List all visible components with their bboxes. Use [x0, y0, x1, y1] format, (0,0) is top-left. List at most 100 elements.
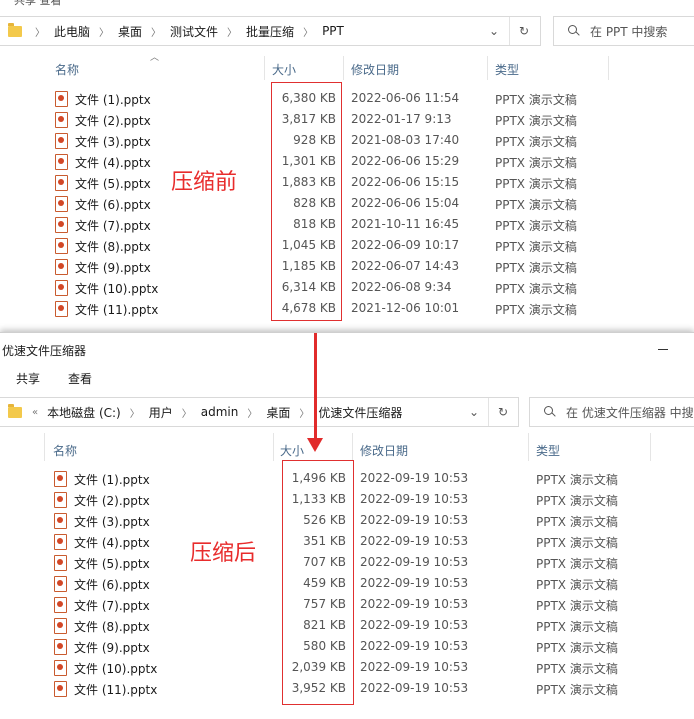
file-name: 文件 (8).pptx — [75, 240, 151, 254]
column-header-size[interactable]: 大小 — [280, 442, 304, 459]
file-type: PPTX 演示文稿 — [495, 177, 577, 191]
file-date: 2022-06-06 11:54 — [351, 91, 460, 105]
file-date: 2021-10-11 16:45 — [351, 217, 460, 231]
column-header-date[interactable]: 修改日期 — [351, 61, 399, 78]
column-divider[interactable] — [343, 56, 344, 80]
pptx-file-icon — [55, 217, 68, 233]
column-header-type[interactable]: 类型 — [495, 61, 519, 78]
minimize-icon[interactable] — [658, 349, 668, 350]
file-date: 2022-06-07 14:43 — [351, 259, 460, 273]
pptx-file-icon — [54, 681, 67, 697]
file-name: 文件 (11).pptx — [75, 303, 159, 317]
chevron-right-icon[interactable]: 〉 — [303, 24, 313, 39]
address-bar[interactable]: 〉 此电脑 〉 桌面 〉 测试文件 〉 批量压缩 〉 PPT ⌄ ↻ — [0, 16, 541, 46]
chevron-right-icon[interactable]: 〉 — [247, 405, 257, 420]
table-row[interactable]: 文件 (9).pptx 1,185 KB 2022-06-07 14:43 PPTX … — [0, 256, 694, 277]
chevron-down-icon[interactable]: ⌄ — [480, 17, 508, 45]
pptx-file-icon — [54, 618, 67, 634]
file-type: PPTX 演示文稿 — [536, 557, 618, 571]
table-row[interactable]: 文件 (6).pptx 828 KB 2022-06-06 15:04 PPTX 演示… — [0, 193, 694, 214]
chevron-right-icon[interactable]: 〉 — [130, 405, 140, 420]
file-date: 2022-06-09 10:17 — [351, 238, 460, 252]
file-date: 2021-08-03 17:40 — [351, 133, 460, 147]
column-divider[interactable] — [608, 56, 609, 80]
chevron-right-icon[interactable]: 〉 — [99, 24, 109, 39]
pptx-file-icon — [55, 238, 68, 254]
table-row[interactable]: 文件 (5).pptx 1,883 KB 2022-06-06 15:15 PPTX … — [0, 172, 694, 193]
chevron-right-icon[interactable]: 〉 — [182, 405, 192, 420]
file-date: 2022-01-17 9:13 — [351, 112, 452, 126]
breadcrumb-item[interactable]: 用户 — [149, 404, 173, 421]
address-bar[interactable]: « 本地磁盘 (C:) 〉 用户 〉 admin 〉 桌面 〉 优速文件压缩器 … — [0, 397, 519, 427]
table-row[interactable]: 文件 (7).pptx 818 KB 2021-10-11 16:45 PPTX 演示… — [0, 214, 694, 235]
breadcrumb-overflow[interactable]: « — [32, 407, 38, 418]
file-type: PPTX 演示文稿 — [536, 620, 618, 634]
before-label: 压缩前 — [171, 170, 238, 195]
file-name: 文件 (6).pptx — [74, 578, 150, 592]
chevron-right-icon[interactable]: 〉 — [227, 24, 237, 39]
breadcrumb-item[interactable]: 本地磁盘 (C:) — [47, 404, 121, 421]
pptx-file-icon — [54, 471, 67, 487]
column-header-size[interactable]: 大小 — [272, 61, 296, 78]
column-header-name[interactable]: 名称 — [55, 61, 79, 78]
ribbon-clipped: 共享 查看 — [14, 0, 62, 7]
chevron-right-icon[interactable]: 〉 — [151, 24, 161, 39]
breadcrumb-item[interactable]: 优速文件压缩器 — [318, 404, 402, 421]
file-date: 2022-06-06 15:29 — [351, 154, 460, 168]
column-divider[interactable] — [352, 433, 353, 461]
breadcrumb: « 本地磁盘 (C:) 〉 用户 〉 admin 〉 桌面 〉 优速文件压缩器 — [4, 398, 402, 426]
table-row[interactable]: 文件 (11).pptx 4,678 KB 2021-12-06 10:01 PPTX… — [0, 298, 694, 319]
column-header-name[interactable]: 名称 — [53, 442, 77, 459]
column-header-type[interactable]: 类型 — [536, 442, 560, 459]
search-input[interactable]: 在 PPT 中搜索 — [553, 16, 694, 46]
breadcrumb-item[interactable]: admin — [201, 405, 239, 419]
tab-view[interactable]: 查看 — [68, 370, 92, 387]
table-row[interactable]: 文件 (8).pptx 1,045 KB 2022-06-09 10:17 PPTX … — [0, 235, 694, 256]
file-name: 文件 (3).pptx — [75, 135, 151, 149]
column-header-date[interactable]: 修改日期 — [360, 442, 408, 459]
file-type: PPTX 演示文稿 — [536, 641, 618, 655]
file-type: PPTX 演示文稿 — [536, 536, 618, 550]
file-type: PPTX 演示文稿 — [495, 303, 577, 317]
refresh-icon[interactable]: ↻ — [509, 17, 538, 45]
table-row[interactable]: 文件 (4).pptx 1,301 KB 2022-06-06 15:29 PPTX … — [0, 151, 694, 172]
file-type: PPTX 演示文稿 — [536, 515, 618, 529]
table-row[interactable]: 文件 (1).pptx 6,380 KB 2022-06-06 11:54 PPTX … — [0, 88, 694, 109]
file-name: 文件 (2).pptx — [75, 114, 151, 128]
breadcrumb-item[interactable]: 此电脑 — [54, 23, 90, 40]
file-date: 2022-06-06 15:15 — [351, 175, 460, 189]
file-type: PPTX 演示文稿 — [536, 578, 618, 592]
breadcrumb-item[interactable]: 桌面 — [266, 404, 290, 421]
chevron-down-icon[interactable]: ⌄ — [460, 398, 488, 426]
file-name: 文件 (1).pptx — [74, 473, 150, 487]
highlight-box — [282, 460, 354, 705]
file-type: PPTX 演示文稿 — [536, 599, 618, 613]
breadcrumb-item[interactable]: 桌面 — [118, 23, 142, 40]
table-row[interactable]: 文件 (2).pptx 3,817 KB 2022-01-17 9:13 PPTX 演… — [0, 109, 694, 130]
column-divider[interactable] — [487, 56, 488, 80]
file-type: PPTX 演示文稿 — [495, 261, 577, 275]
file-name: 文件 (5).pptx — [75, 177, 151, 191]
pptx-file-icon — [55, 280, 68, 296]
column-divider[interactable] — [264, 56, 265, 80]
column-divider[interactable] — [528, 433, 529, 461]
table-row[interactable]: 文件 (10).pptx 6,314 KB 2022-06-08 9:34 PPTX … — [0, 277, 694, 298]
file-date: 2021-12-06 10:01 — [351, 301, 460, 315]
breadcrumb-item[interactable]: 测试文件 — [170, 23, 218, 40]
refresh-icon[interactable]: ↻ — [488, 398, 517, 426]
search-placeholder: 在 优速文件压缩器 中搜 — [566, 405, 694, 420]
file-name: 文件 (2).pptx — [74, 494, 150, 508]
breadcrumb-item[interactable]: 批量压缩 — [246, 23, 294, 40]
column-divider[interactable] — [44, 433, 45, 461]
column-divider[interactable] — [273, 433, 274, 461]
file-type: PPTX 演示文稿 — [495, 240, 577, 254]
file-name: 文件 (3).pptx — [74, 515, 150, 529]
table-row[interactable]: 文件 (3).pptx 928 KB 2021-08-03 17:40 PPTX 演示… — [0, 130, 694, 151]
column-divider[interactable] — [650, 433, 651, 461]
search-input[interactable]: 在 优速文件压缩器 中搜 — [529, 397, 694, 427]
file-name: 文件 (8).pptx — [74, 620, 150, 634]
chevron-right-icon[interactable]: 〉 — [299, 405, 309, 420]
file-date: 2022-06-06 15:04 — [351, 196, 460, 210]
tab-share[interactable]: 共享 — [16, 370, 40, 387]
breadcrumb-item[interactable]: PPT — [322, 24, 344, 38]
